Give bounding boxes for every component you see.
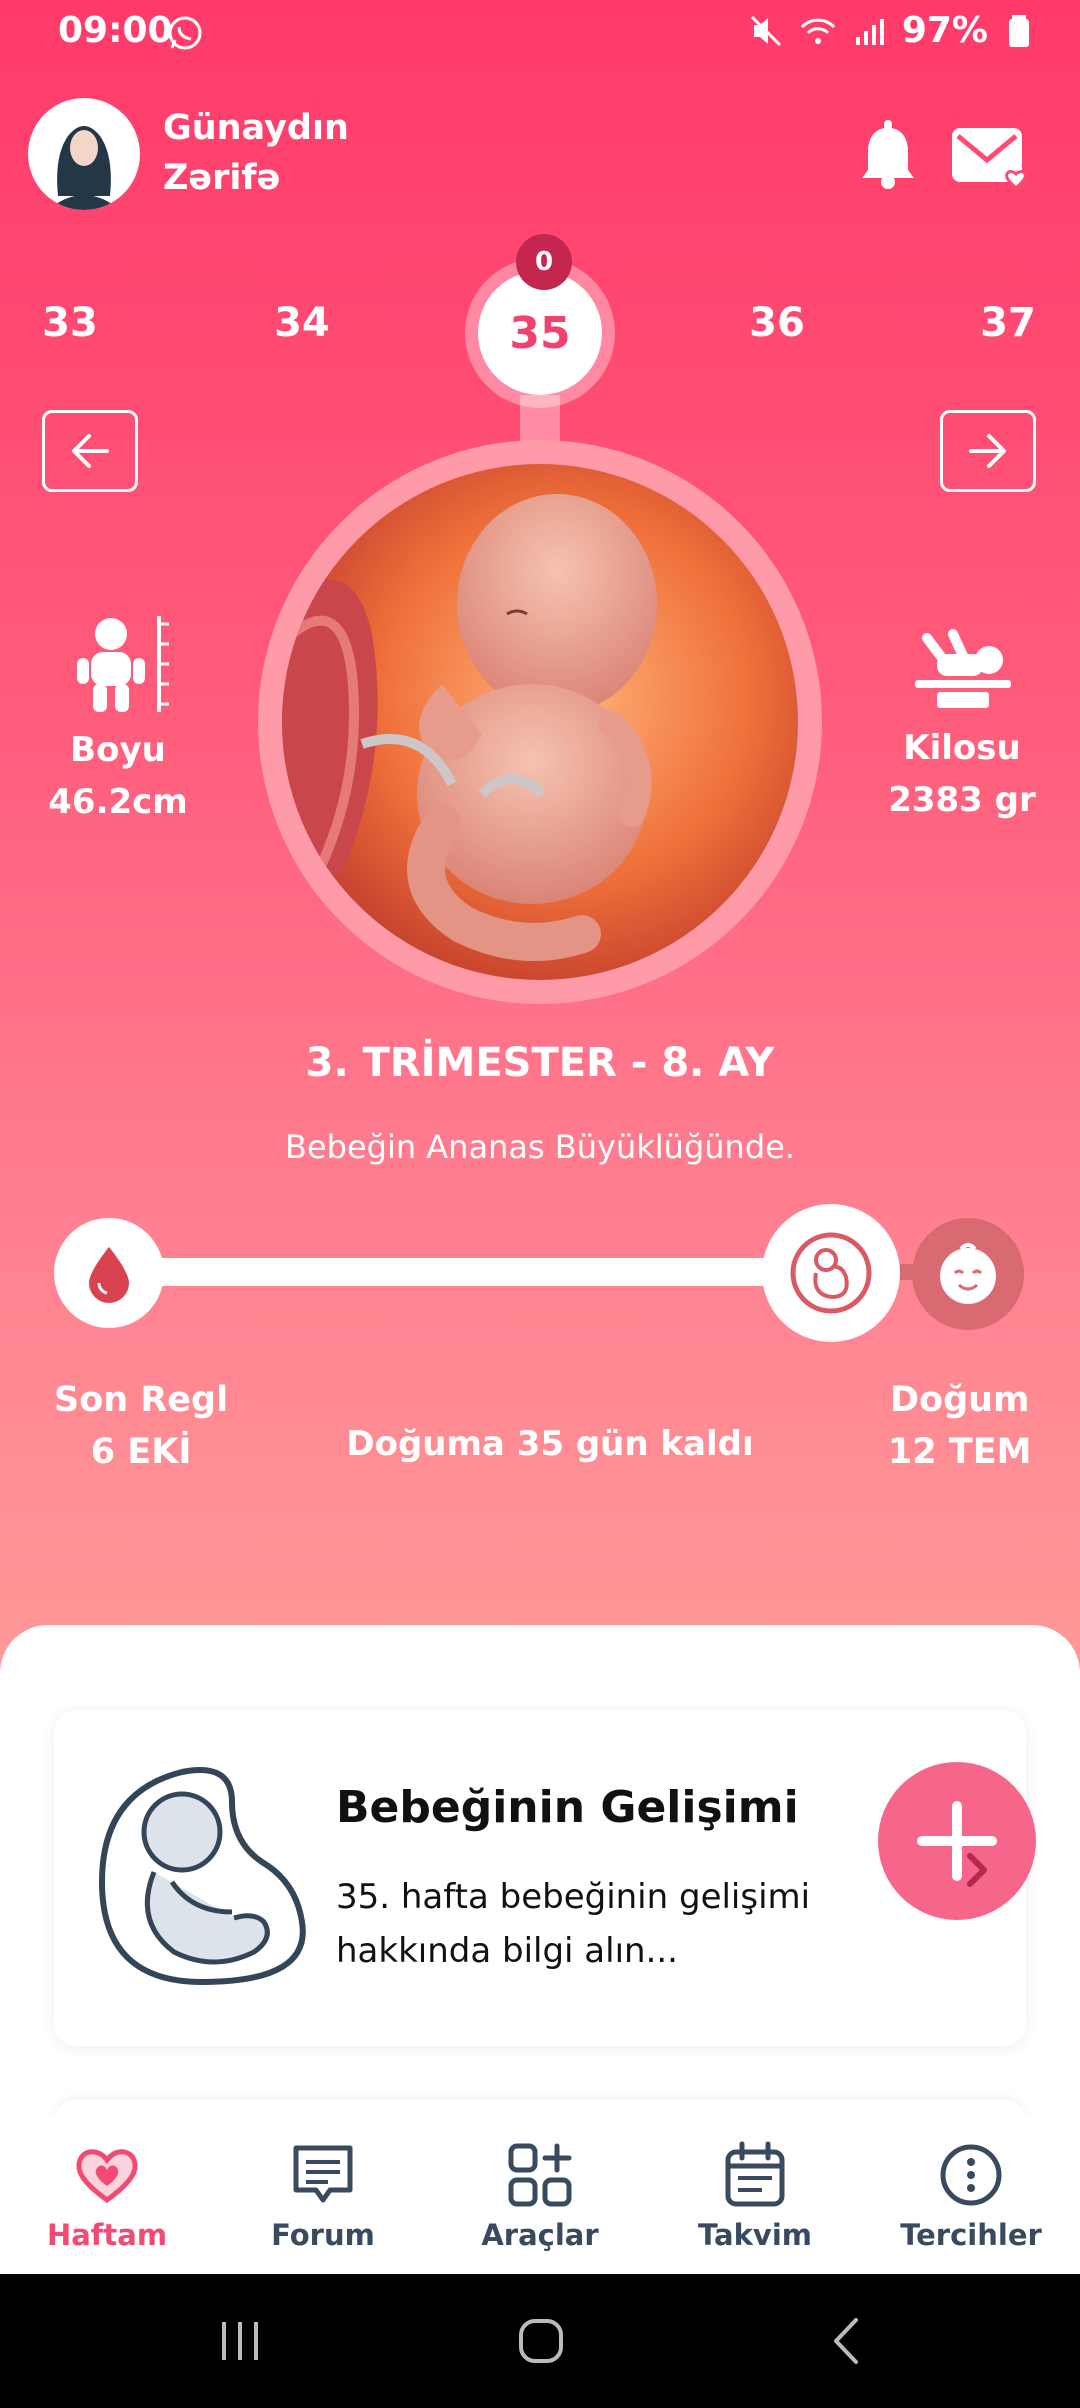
- last-period-label: Son Regl: [54, 1380, 229, 1420]
- length-value: 46.2cm: [48, 782, 188, 822]
- plus-icon: [917, 1801, 997, 1887]
- length-label: Boyu: [70, 730, 166, 770]
- fetus-outline-icon: [98, 1767, 306, 1986]
- wifi-icon: [800, 18, 835, 44]
- nav-araclar[interactable]: Araçlar: [450, 2140, 630, 2252]
- baby-size-text: Bebeğin Ananas Büyüklüğünde.: [284, 1128, 795, 1166]
- system-navigation-bar: [0, 2274, 1080, 2408]
- week-37[interactable]: 37: [948, 300, 1068, 346]
- mail-icon[interactable]: [950, 124, 1032, 194]
- birth-countdown: Doğuma 35 gün kaldı: [346, 1424, 754, 1464]
- nav-label-haftam: Haftam: [46, 2218, 168, 2252]
- nav-tercihler[interactable]: Tercihler: [881, 2140, 1061, 2252]
- user-name: Zərifə: [163, 158, 281, 198]
- nav-forum[interactable]: Forum: [233, 2140, 413, 2252]
- prev-week-button[interactable]: [42, 410, 138, 492]
- fetus-icon: [790, 1232, 872, 1314]
- signal-icon: [855, 18, 884, 45]
- due-date-info: Doğum 12 TEM: [888, 1374, 1032, 1478]
- nav-label-tercihler: Tercihler: [900, 2218, 1042, 2252]
- due-date-label: Doğum: [889, 1380, 1030, 1420]
- week-badge: 0: [516, 234, 572, 290]
- last-period-info: Son Regl 6 EKİ: [54, 1374, 228, 1478]
- current-progress-marker: [762, 1204, 900, 1342]
- chat-icon: [293, 2145, 353, 2203]
- back-icon[interactable]: [826, 2316, 866, 2366]
- avatar-icon: [48, 126, 120, 210]
- weight-value: 2383 gr: [888, 780, 1036, 820]
- arrow-right-icon: [969, 434, 1006, 468]
- arrow-left-icon: [72, 434, 109, 468]
- more-icon: [940, 2144, 1002, 2206]
- whatsapp-icon: [168, 16, 202, 50]
- tools-grid-icon: [508, 2143, 572, 2207]
- baby-length-icon: [77, 616, 169, 712]
- nav-label-takvim: Takvim: [698, 2218, 812, 2252]
- heart-icon: [76, 2149, 138, 2204]
- bell-icon[interactable]: [856, 116, 920, 190]
- due-date-value: 12 TEM: [888, 1432, 1032, 1472]
- recent-apps-icon[interactable]: [216, 2318, 266, 2364]
- next-week-button[interactable]: [940, 410, 1036, 492]
- trimester-title: 3. TRİMESTER - 8. AY: [305, 1040, 775, 1086]
- battery-percent: 97%: [901, 10, 988, 51]
- home-icon[interactable]: [516, 2316, 566, 2366]
- length-stat: Boyu 46.2cm: [48, 612, 188, 828]
- nav-haftam[interactable]: Haftam: [17, 2140, 197, 2252]
- greeting-text: Günaydın: [163, 108, 349, 148]
- card-description: 35. hafta bebeğinin gelişimi hakkında bi…: [336, 1877, 811, 1971]
- week-36[interactable]: 36: [717, 300, 837, 346]
- status-time: 09:00: [58, 10, 173, 51]
- weight-stat: Kilosu 2383 gr: [882, 620, 1042, 826]
- weight-label: Kilosu: [903, 728, 1021, 768]
- battery-icon: [1009, 14, 1029, 47]
- status-bar: 09:00 97%: [0, 0, 1080, 70]
- blood-drop-icon: [89, 1247, 129, 1303]
- status-icons: 97%: [746, 10, 1040, 51]
- calendar-icon: [725, 2141, 785, 2207]
- week-34[interactable]: 34: [242, 300, 362, 346]
- baby-scale-icon: [915, 629, 1011, 708]
- pregnancy-progress-track: [120, 1258, 800, 1286]
- mute-icon: [750, 15, 781, 46]
- last-period-marker: [54, 1218, 164, 1328]
- nav-takvim[interactable]: Takvim: [665, 2140, 845, 2252]
- card-title: Bebeğinin Gelişimi: [336, 1782, 799, 1833]
- add-button[interactable]: [878, 1762, 1036, 1920]
- last-period-date: 6 EKİ: [90, 1432, 192, 1472]
- fetus-illustration[interactable]: [282, 464, 798, 980]
- birth-marker: [912, 1218, 1024, 1330]
- nav-label-forum: Forum: [271, 2218, 375, 2252]
- week-33[interactable]: 33: [10, 300, 130, 346]
- baby-face-icon: [940, 1243, 996, 1304]
- nav-label-araclar: Araçlar: [481, 2218, 599, 2252]
- greeting: Günaydın Zərifə: [163, 103, 349, 203]
- avatar[interactable]: [28, 98, 140, 210]
